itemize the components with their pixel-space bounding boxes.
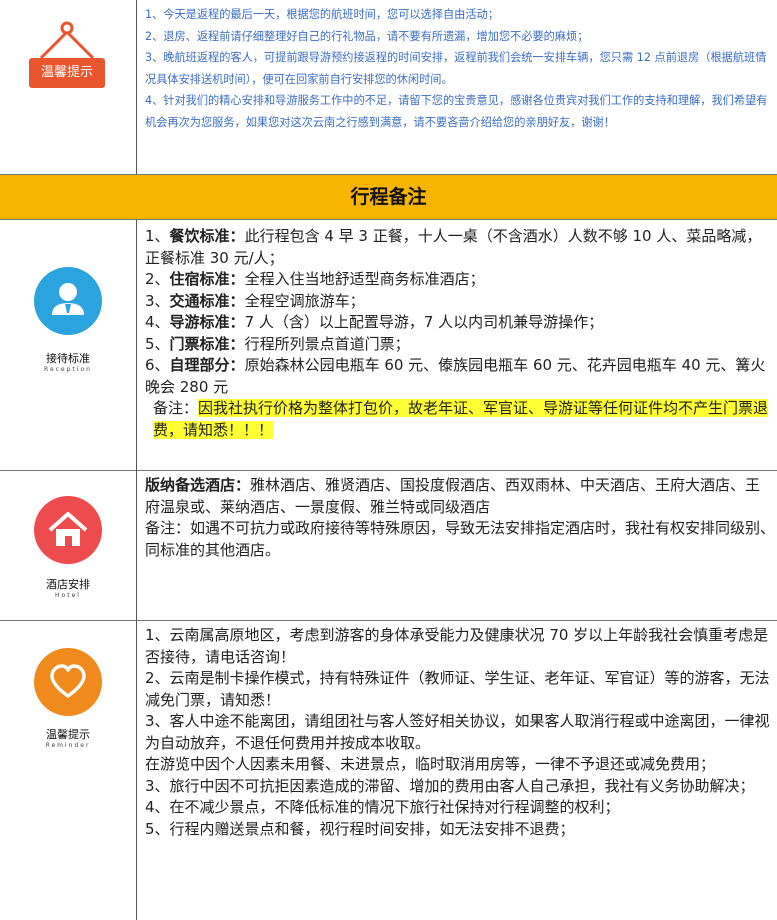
hotel-note: 备注：如遇不可抗力或政府接待等特殊原因，导致无法安排指定酒店时，我社有权安排同级…	[145, 519, 776, 559]
hotel-content: 版纳备选酒店：雅林酒店、雅贤酒店、国投度假酒店、西双雨林、中天酒店、王府大酒店、…	[145, 475, 775, 561]
hotel-caption-en: Hotel	[55, 592, 81, 599]
list-item: 2、住宿标准：全程入住当地舒适型商务标准酒店；	[145, 270, 485, 288]
notice-line: 3、晚航班返程的客人，可提前跟导游预约接返程的时间安排，返程前我们会统一安排车辆…	[145, 51, 767, 86]
notice-badge: 温馨提示	[29, 58, 105, 88]
list-item: 2、云南是制卡操作模式，持有特殊证件（教师证、学生证、老年证、军官证）等的游客，…	[145, 669, 770, 709]
hotel-caption: 酒店安排	[46, 578, 90, 591]
section-title-bar: 行程备注	[0, 174, 777, 220]
list-item: 3、旅行中因不可抗拒因素造成的滞留、增加的费用由客人自己承担，我社有义务协助解决…	[145, 776, 755, 795]
list-item: 3、交通标准：全程空调旅游车；	[145, 291, 365, 310]
list-item: 3、客人中途不能离团，请组团社与客人签好相关协议，如果客人取消行程或中途离团，一…	[145, 712, 770, 752]
list-item: 在游览中因个人因素未用餐、未进景点，临时取消用房等，一律不予退还或减免费用；	[145, 755, 716, 773]
notice-line: 2、退房、返程前请仔细整理好自己的行礼物品，请不要有所遗漏，增加您不必要的麻烦；	[145, 29, 589, 43]
highlighted-note: 因我社执行价格为整体打包价，故老年证、军官证、导游证等任何证件均不产生门票退费，…	[153, 399, 769, 439]
list-item: 1、餐饮标准：此行程包含 4 早 3 正餐，十人一桌（不含酒水）人数不够 10 …	[145, 227, 762, 267]
notice-section: 温馨提示 1、今天是返程的最后一天，根据您的航班时间，您可以选择自由活动； 2、…	[0, 0, 777, 173]
reception-caption: 接待标准	[46, 352, 90, 365]
house-icon	[34, 496, 102, 564]
reception-content: 1、餐饮标准：此行程包含 4 早 3 正餐，十人一桌（不含酒水）人数不够 10 …	[145, 226, 775, 441]
person-icon	[34, 267, 102, 335]
hotel-list: 版纳备选酒店：雅林酒店、雅贤酒店、国投度假酒店、西双雨林、中天酒店、王府大酒店、…	[145, 476, 761, 516]
divider	[0, 470, 777, 471]
reminder-content: 1、云南属高原地区，考虑到游客的身体承受能力及健康状况 70 岁以上年龄我社会慎…	[145, 625, 775, 840]
column-divider	[136, 0, 137, 174]
reminder-caption-en: Reminder	[45, 742, 91, 749]
list-item: 5、门票标准：行程所列景点首道门票；	[145, 334, 410, 353]
list-item: 6、自理部分：原始森林公园电瓶车 60 元、傣族园电瓶车 60 元、花卉园电瓶车…	[145, 356, 766, 396]
list-item: 1、云南属高原地区，考虑到游客的身体承受能力及健康状况 70 岁以上年龄我社会慎…	[145, 626, 769, 666]
heart-icon	[34, 648, 102, 716]
notice-line: 4、针对我们的精心安排和导游服务工作中的不足，请留下您的宝贵意见，感谢各位贵宾对…	[145, 94, 768, 129]
section-title: 行程备注	[350, 186, 427, 208]
notice-text: 1、今天是返程的最后一天，根据您的航班时间，您可以选择自由活动； 2、退房、返程…	[145, 4, 770, 134]
reception-caption-en: Reception	[44, 366, 92, 373]
list-item: 5、行程内赠送景点和餐，视行程时间安排，如无法安排不退费；	[145, 819, 575, 838]
reception-note: 备注：因我社执行价格为整体打包价，故老年证、军官证、导游证等任何证件均不产生门票…	[153, 399, 769, 439]
divider	[0, 620, 777, 621]
notice-line: 1、今天是返程的最后一天，根据您的航班时间，您可以选择自由活动；	[145, 8, 499, 21]
hanging-sign-icon: 温馨提示	[29, 18, 105, 88]
list-item: 4、在不减少景点，不降低标准的情况下旅行社保持对行程调整的权利；	[145, 798, 620, 816]
reminder-caption: 温馨提示	[46, 728, 90, 741]
column-divider	[136, 220, 137, 920]
list-item: 4、导游标准：7 人（含）以上配置导游，7 人以内司机兼导游操作；	[145, 313, 604, 331]
